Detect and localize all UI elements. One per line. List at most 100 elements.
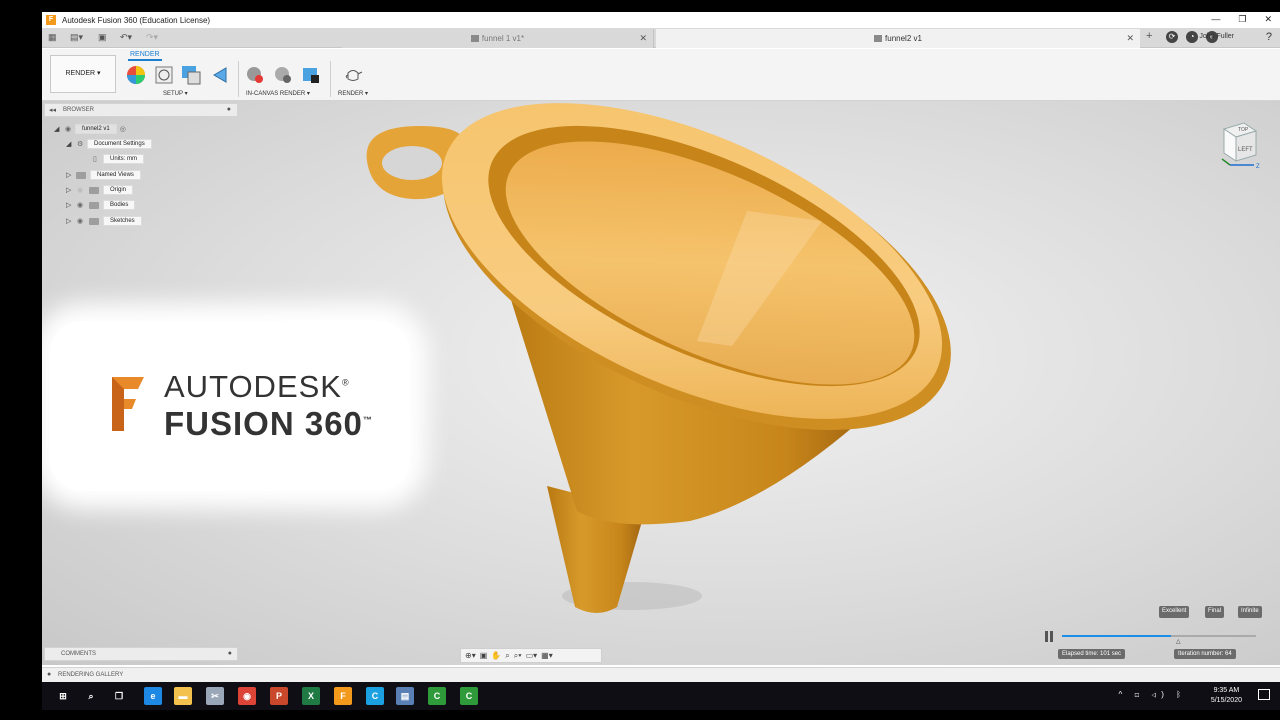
pan-icon[interactable]: ✋ — [491, 651, 501, 660]
taskbar-fusion-icon[interactable]: F — [334, 687, 352, 705]
svg-text:LEFT: LEFT — [1238, 147, 1253, 153]
browser-item-document-settings[interactable]: ◢ ⚙ Document Settings — [66, 138, 152, 150]
tab-funnel-1[interactable]: funnel 1 v1* ✕ — [342, 29, 654, 48]
help-icon[interactable]: ? — [1266, 31, 1272, 43]
zoom-icon[interactable]: ⌕ — [505, 651, 509, 661]
taskbar-task-view-icon[interactable]: ❐ — [110, 687, 128, 705]
pin-icon[interactable]: ● — [227, 106, 231, 113]
render-progress-bar — [1062, 635, 1256, 637]
add-comment-icon[interactable]: ● — [228, 650, 232, 657]
taskbar-snipping-icon[interactable]: ✂ — [206, 687, 224, 705]
save-icon[interactable]: ▣ — [98, 32, 107, 43]
pause-render-button[interactable] — [1045, 629, 1055, 642]
comments-title: COMMENTS — [61, 651, 96, 657]
taskbar-powerpoint-icon[interactable]: P — [270, 687, 288, 705]
folder-icon — [89, 217, 99, 225]
minimize-button[interactable]: — — [1211, 12, 1220, 26]
close-button[interactable]: ✕ — [1264, 12, 1272, 26]
tab-render[interactable]: RENDER — [128, 51, 162, 61]
grid-settings-icon[interactable]: ▦▾ — [541, 651, 553, 660]
browser-item-units[interactable]: ▯ Units: mm — [90, 153, 144, 165]
browser-item-named-views[interactable]: ▷ Named Views — [66, 169, 141, 181]
extensions-icon[interactable]: ⟳ — [1166, 31, 1178, 43]
quality-final-button[interactable]: Final — [1205, 606, 1225, 618]
browser-panel-header[interactable]: ◂◂ BROWSER ● — [44, 103, 238, 117]
bodies-label: Bodies — [103, 200, 136, 210]
render-settings-icon[interactable] — [273, 65, 293, 85]
activate-radio-icon[interactable]: ◎ — [120, 125, 130, 133]
taskbar-edge-icon[interactable]: e — [144, 687, 162, 705]
render-progress-panel: Excellent Final Infinite △ Elapsed time:… — [1042, 601, 1267, 661]
expand-triangle-icon[interactable]: ▷ — [66, 217, 74, 225]
texture-map-icon[interactable] — [181, 65, 201, 85]
taskbar-cura-icon[interactable]: C — [366, 687, 384, 705]
comments-panel-header[interactable]: COMMENTS ● — [44, 647, 238, 661]
user-name[interactable]: John Fuller — [1199, 33, 1234, 40]
rendering-gallery-bar[interactable]: ● RENDERING GALLERY — [42, 667, 1280, 682]
taskbar-windows-icon[interactable]: ⊞ — [54, 687, 72, 705]
job-status-icon[interactable]: ◔ — [1186, 31, 1198, 43]
new-tab-icon[interactable]: + — [1146, 30, 1152, 42]
setup-group-label[interactable]: SETUP ▾ — [163, 90, 188, 97]
taskbar-camtasia-2-icon[interactable]: C — [460, 687, 478, 705]
taskbar-explorer-icon[interactable]: ▬ — [174, 687, 192, 705]
system-tray-icons[interactable]: ^ ⊡ ◁) ᛒ — [1119, 690, 1187, 699]
close-tab-icon[interactable]: ✕ — [639, 33, 647, 44]
capture-image-icon[interactable] — [301, 65, 321, 85]
quality-infinite-button[interactable]: Infinite — [1238, 606, 1262, 618]
visibility-eye-icon[interactable]: ◉ — [65, 125, 75, 133]
view-cube[interactable]: TOP LEFT Z — [1216, 119, 1262, 171]
expand-triangle-icon[interactable]: ◢ — [54, 125, 62, 133]
action-center-icon[interactable] — [1258, 689, 1270, 700]
grid-menu-icon[interactable]: ▦ — [48, 32, 57, 43]
in-canvas-group-label[interactable]: IN-CANVAS RENDER ▾ — [246, 90, 310, 97]
collapse-panel-icon[interactable]: ◂◂ — [49, 106, 56, 114]
canvas-viewport[interactable]: ◂◂ BROWSER ● ◢ ◉ funnel2 v1 ◎ ◢ ⚙ Docume… — [42, 101, 1280, 665]
browser-title: BROWSER — [63, 107, 95, 113]
quality-excellent-button[interactable]: Excellent — [1159, 606, 1190, 618]
browser-item-bodies[interactable]: ▷ ◉ Bodies — [66, 199, 136, 211]
taskbar-chrome-icon[interactable]: ◉ — [238, 687, 256, 705]
browser-root-node[interactable]: ◢ ◉ funnel2 v1 ◎ — [54, 123, 130, 135]
logo-fusion-text: FUSION 360™ — [164, 405, 373, 442]
display-settings-icon[interactable]: ▭▾ — [526, 651, 538, 660]
windows-taskbar: ⊞ ⌕ ❐ e ▬ ✂ ◉ P X F C ▤ C C ^ ⊡ ◁) ᛒ 9:35 AM 5/15/202… — [42, 682, 1280, 710]
gallery-toggle-icon[interactable]: ● — [47, 671, 51, 678]
taskbar-excel-icon[interactable]: X — [302, 687, 320, 705]
file-menu-icon[interactable]: ▤▾ — [70, 32, 83, 43]
expand-triangle-icon[interactable]: ▷ — [66, 171, 74, 179]
taskbar-clock[interactable]: 9:35 AM 5/15/2020 — [1211, 686, 1242, 706]
decal-icon[interactable] — [210, 65, 230, 85]
undo-icon[interactable]: ↶▾ — [120, 32, 132, 43]
units-label: Units: mm — [103, 154, 144, 164]
expand-triangle-icon[interactable]: ▷ — [66, 201, 74, 209]
taskbar-camtasia-1-icon[interactable]: C — [428, 687, 446, 705]
teapot-render-icon[interactable] — [343, 65, 363, 85]
workspace-switcher[interactable]: RENDER ▾ — [50, 55, 116, 93]
tab-funnel2[interactable]: funnel2 v1 ✕ — [656, 29, 1140, 48]
visibility-eye-icon[interactable]: ◉ — [77, 217, 87, 225]
hidden-eye-icon[interactable]: ◉ — [77, 186, 87, 194]
expand-triangle-icon[interactable]: ◢ — [66, 140, 74, 148]
root-label: funnel2 v1 — [75, 124, 117, 134]
expand-triangle-icon[interactable]: ▷ — [66, 186, 74, 194]
navigation-toolbar: ⊕▾ ▣ ✋ ⌕ ⌕▾ ▭▾ ▦▾ — [460, 648, 602, 663]
visibility-eye-icon[interactable]: ◉ — [77, 201, 87, 209]
appearance-icon[interactable] — [126, 65, 146, 85]
restore-button[interactable]: ❐ — [1238, 12, 1246, 26]
zoom-dropdown-icon[interactable]: ⌕▾ — [514, 651, 522, 661]
fusion-logo-icon — [112, 377, 144, 431]
scene-settings-icon[interactable] — [154, 65, 174, 85]
folder-icon — [89, 201, 99, 209]
browser-item-sketches[interactable]: ▷ ◉ Sketches — [66, 215, 142, 227]
browser-item-origin[interactable]: ▷ ◉ Origin — [66, 184, 134, 196]
close-tab-icon[interactable]: ✕ — [1126, 33, 1134, 44]
orbit-icon[interactable]: ⊕▾ — [465, 651, 476, 660]
look-at-icon[interactable]: ▣ — [480, 651, 488, 660]
taskbar-notepad-icon[interactable]: ▤ — [396, 687, 414, 705]
in-canvas-render-icon[interactable] — [245, 65, 265, 85]
redo-icon[interactable]: ↷▾ — [146, 32, 158, 43]
taskbar-search-icon[interactable]: ⌕ — [82, 687, 100, 705]
svg-text:TOP: TOP — [1238, 127, 1249, 133]
render-group-label[interactable]: RENDER ▾ — [338, 90, 368, 97]
